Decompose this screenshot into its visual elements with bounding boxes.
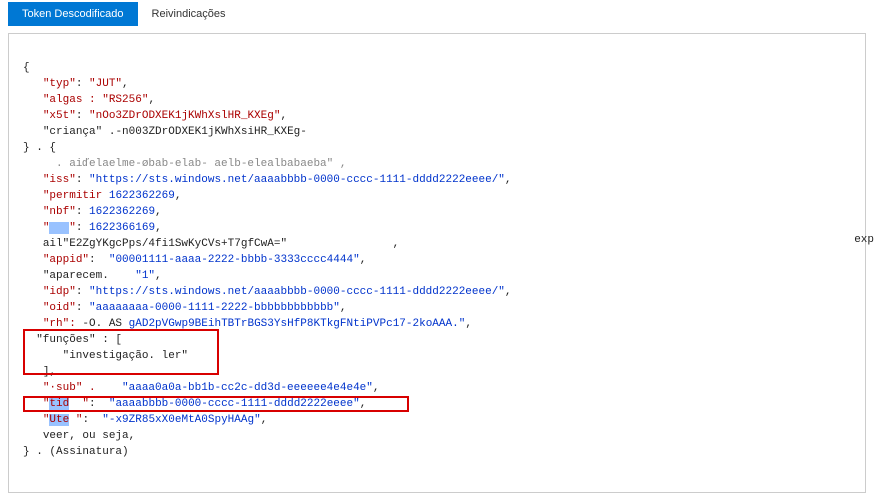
cutoff-label-exp: exp — [854, 234, 874, 246]
tab-claims[interactable]: Reivindicações — [138, 2, 240, 26]
decoded-token-code: { "typ": "JUT", "algas : "RS256", "x5t":… — [23, 44, 851, 476]
tab-bar: Token Descodificado Reivindicações — [8, 2, 866, 27]
tab-decoded-token[interactable]: Token Descodificado — [8, 2, 138, 26]
token-panel: { "typ": "JUT", "algas : "RS256", "x5t":… — [8, 33, 866, 493]
